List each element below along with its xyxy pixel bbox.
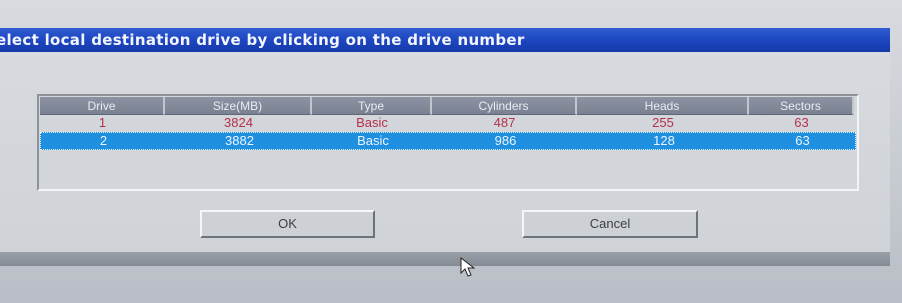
size-cell: 3824 xyxy=(224,115,253,130)
size-cell: 3882 xyxy=(225,133,254,148)
drive-number-cell[interactable]: 2 xyxy=(41,133,166,149)
type-cell: Basic xyxy=(356,115,388,130)
drive-selection-dialog: Drive Size(MB) Type Cylinders Heads Sect… xyxy=(0,52,890,266)
table-header: Drive Size(MB) Type Cylinders Heads Sect… xyxy=(40,97,856,115)
ok-button[interactable]: OK xyxy=(200,210,375,238)
column-header-size[interactable]: Size(MB) xyxy=(165,97,312,115)
column-header-drive[interactable]: Drive xyxy=(40,97,165,115)
column-header-cylinders[interactable]: Cylinders xyxy=(432,97,577,115)
mouse-pointer-icon xyxy=(460,256,476,277)
screen: elect local destination drive by clickin… xyxy=(0,0,902,303)
column-header-type[interactable]: Type xyxy=(312,97,432,115)
column-header-sectors[interactable]: Sectors xyxy=(749,97,854,115)
cylinders-cell: 986 xyxy=(494,133,517,148)
dialog-title: elect local destination drive by clickin… xyxy=(0,31,525,49)
column-header-heads[interactable]: Heads xyxy=(577,97,749,115)
sectors-cell: 63 xyxy=(794,115,809,130)
heads-cell: 255 xyxy=(652,115,674,130)
drive-table: Drive Size(MB) Type Cylinders Heads Sect… xyxy=(37,94,859,191)
type-cell: Basic xyxy=(357,133,389,148)
cylinders-cell: 487 xyxy=(493,115,516,130)
heads-cell: 128 xyxy=(653,133,675,148)
drive-number-cell[interactable]: 1 xyxy=(40,115,165,131)
table-row[interactable]: 1 3824 Basic 487 255 63 xyxy=(40,115,856,131)
cancel-button[interactable]: Cancel xyxy=(522,210,698,238)
sectors-cell: 63 xyxy=(795,133,810,148)
dialog-title-bar: elect local destination drive by clickin… xyxy=(0,28,890,52)
table-row-selected[interactable]: 2 3882 Basic 986 128 63 xyxy=(40,132,856,150)
dialog-bottom-edge xyxy=(0,252,890,266)
